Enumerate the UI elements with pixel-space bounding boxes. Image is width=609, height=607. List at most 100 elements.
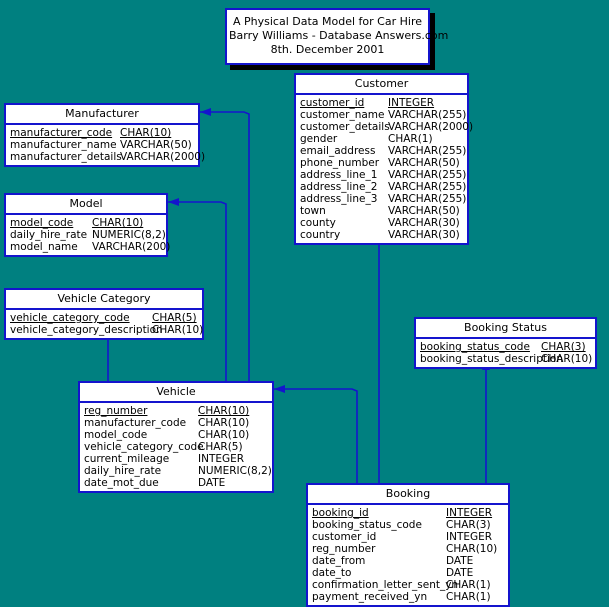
diagram-title-line-1: A Physical Data Model for Car Hire xyxy=(233,15,422,28)
attribute-name: daily_hire_rate xyxy=(84,465,162,477)
attribute-row-primary-key: vehicle_category_code CHAR(5) xyxy=(6,312,202,324)
attribute-name: vehicle_category_code xyxy=(10,312,130,324)
attribute-datatype: INTEGER xyxy=(446,531,493,543)
entity-attributes-vehicle_category: vehicle_category_code CHAR(5) vehicle_cate… xyxy=(6,310,204,338)
attribute-name: date_to xyxy=(312,567,352,579)
attribute-name: reg_number xyxy=(84,405,148,417)
attribute-name: booking_status_code xyxy=(420,341,530,353)
attribute-row: payment_received_yn CHAR(1) xyxy=(308,591,508,603)
entity-vehicle_category[interactable]: Vehicle Category vehicle_category_code CHA… xyxy=(4,288,204,340)
attribute-row-primary-key: booking_id INTEGER xyxy=(308,507,508,519)
attribute-row: current_mileage INTEGER xyxy=(80,453,272,465)
attribute-row: phone_number VARCHAR(50) xyxy=(296,157,467,169)
attribute-name: manufacturer_name xyxy=(10,139,117,151)
entity-title-booking_status: Booking Status xyxy=(416,319,595,339)
attribute-name: address_line_1 xyxy=(300,169,378,181)
attribute-name: country xyxy=(300,229,341,241)
attribute-name: booking_status_code xyxy=(312,519,422,531)
attribute-name: date_mot_due xyxy=(84,477,159,489)
attribute-name: customer_id xyxy=(300,97,365,109)
attribute-row: date_mot_due DATE xyxy=(80,477,272,489)
diagram-title-box: A Physical Data Model for Car Hire Barry… xyxy=(225,8,449,65)
entity-title-customer: Customer xyxy=(296,75,467,95)
attribute-row: customer_id INTEGER xyxy=(308,531,508,543)
attribute-row: town VARCHAR(50) xyxy=(296,205,467,217)
attribute-row: date_to DATE xyxy=(308,567,508,579)
entity-manufacturer[interactable]: Manufacturer manufacturer_code CHAR(10) man… xyxy=(4,103,205,167)
attribute-datatype: CHAR(5) xyxy=(152,312,197,324)
attribute-datatype: DATE xyxy=(446,555,474,567)
entity-booking[interactable]: Booking booking_id INTEGER booking_status_c… xyxy=(306,483,510,607)
attribute-datatype: CHAR(10) xyxy=(92,217,144,229)
attribute-datatype: INTEGER xyxy=(446,507,493,519)
attribute-row: address_line_2 VARCHAR(255) xyxy=(296,181,467,193)
attribute-row: reg_number CHAR(10) xyxy=(308,543,508,555)
attribute-datatype: CHAR(10) xyxy=(198,429,250,441)
attribute-row-primary-key: booking_status_code CHAR(3) xyxy=(416,341,595,353)
attribute-name: customer_id xyxy=(312,531,377,543)
attribute-row-primary-key: model_code CHAR(10) xyxy=(6,217,166,229)
attribute-row: model_name VARCHAR(200) xyxy=(6,241,170,253)
attribute-datatype: CHAR(10) xyxy=(198,405,250,417)
attribute-name: payment_received_yn xyxy=(312,591,428,603)
relationship-arrowhead xyxy=(168,198,179,206)
entity-title-vehicle: Vehicle xyxy=(80,383,272,403)
attribute-name: town xyxy=(300,205,326,217)
attribute-name: vehicle_category_description xyxy=(10,324,163,336)
attribute-row: model_code CHAR(10) xyxy=(80,429,272,441)
entity-title-vehicle_category: Vehicle Category xyxy=(6,290,202,310)
attribute-row-primary-key: manufacturer_code CHAR(10) xyxy=(6,127,198,139)
attribute-datatype: VARCHAR(50) xyxy=(120,139,192,151)
entity-booking_status[interactable]: Booking Status booking_status_code CHAR(3)… xyxy=(414,317,597,369)
relationship-arrowhead xyxy=(200,108,211,116)
attribute-datatype: INTEGER xyxy=(198,453,245,465)
attribute-name: manufacturer_code xyxy=(84,417,187,429)
attribute-row: daily_hire_rate NUMERIC(8,2) xyxy=(6,229,166,241)
attribute-row-primary-key: reg_number CHAR(10) xyxy=(80,405,272,417)
attribute-row: daily_hire_rate NUMERIC(8,2) xyxy=(80,465,272,477)
attribute-datatype: NUMERIC(8,2) xyxy=(198,465,272,477)
attribute-datatype: VARCHAR(2000) xyxy=(120,151,206,163)
attribute-name: county xyxy=(300,217,336,229)
entity-attributes-booking: booking_id INTEGER booking_status_code CHAR… xyxy=(308,505,508,605)
entity-attributes-vehicle: reg_number CHAR(10) manufacturer_code CHAR(… xyxy=(80,403,272,491)
entity-attributes-model: model_code CHAR(10) daily_hire_rate NUMERIC… xyxy=(6,215,170,255)
relationship-line xyxy=(200,111,250,383)
attribute-datatype: CHAR(10) xyxy=(152,324,204,336)
attribute-row: manufacturer_name VARCHAR(50) xyxy=(6,139,198,151)
attribute-name: vehicle_category_code xyxy=(84,441,204,453)
er-diagram-canvas: A Physical Data Model for Car Hire Barry… xyxy=(0,0,609,607)
attribute-datatype: CHAR(1) xyxy=(446,591,491,603)
attribute-name: gender xyxy=(300,133,338,145)
attribute-datatype: VARCHAR(200) xyxy=(92,241,171,253)
attribute-datatype: VARCHAR(255) xyxy=(388,169,467,181)
attribute-name: current_mileage xyxy=(84,453,170,465)
entity-attributes-booking_status: booking_status_code CHAR(3) booking_status… xyxy=(416,339,595,367)
attribute-row: country VARCHAR(30) xyxy=(296,229,467,241)
relationship-vehicle-to-manufacturer xyxy=(200,108,250,383)
attribute-row: county VARCHAR(30) xyxy=(296,217,467,229)
diagram-title-line-2: Barry Williams - Database Answers.com xyxy=(229,29,449,42)
attribute-datatype: VARCHAR(255) xyxy=(388,193,467,205)
attribute-name: address_line_3 xyxy=(300,193,378,205)
entity-model[interactable]: Model model_code CHAR(10) daily_hire_rate NU… xyxy=(4,193,170,257)
attribute-datatype: VARCHAR(2000) xyxy=(388,121,474,133)
attribute-row: customer_details VARCHAR(2000) xyxy=(296,121,473,133)
relationship-booking-to-vehicle xyxy=(274,385,358,483)
attribute-name: manufacturer_code xyxy=(10,127,113,139)
attribute-datatype: VARCHAR(50) xyxy=(388,157,460,169)
attribute-datatype: VARCHAR(50) xyxy=(388,205,460,217)
entity-customer[interactable]: Customer customer_id INTEGER customer_name V… xyxy=(294,73,473,245)
attribute-row: vehicle_category_description CHAR(10) xyxy=(6,324,204,336)
attribute-row: date_from DATE xyxy=(308,555,508,567)
attribute-datatype: VARCHAR(30) xyxy=(388,217,460,229)
attribute-datatype: CHAR(1) xyxy=(446,579,491,591)
attribute-name: confirmation_letter_sent_yn xyxy=(312,579,459,591)
entity-title-model: Model xyxy=(6,195,166,215)
entity-attributes-customer: customer_id INTEGER customer_name VARCHAR(2… xyxy=(296,95,473,243)
attribute-row-primary-key: customer_id INTEGER xyxy=(296,97,467,109)
attribute-datatype: VARCHAR(255) xyxy=(388,109,467,121)
attribute-datatype: CHAR(10) xyxy=(120,127,172,139)
entity-vehicle[interactable]: Vehicle reg_number CHAR(10) manufacturer_co… xyxy=(78,381,274,493)
attribute-datatype: CHAR(10) xyxy=(446,543,498,555)
